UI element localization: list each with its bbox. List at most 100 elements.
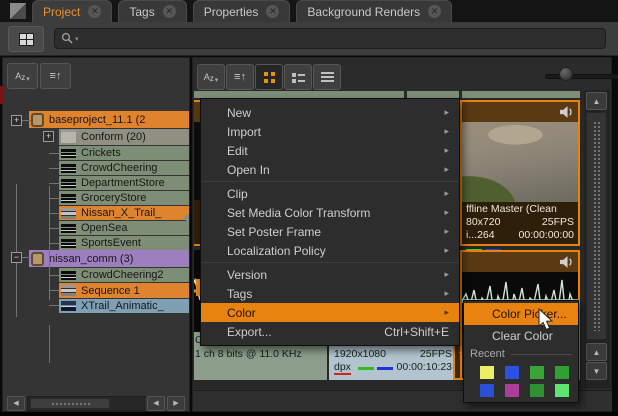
tree-expander-icon[interactable]: + <box>43 131 54 142</box>
hscrollbar-track[interactable] <box>27 396 145 411</box>
color-swatch[interactable] <box>480 384 494 397</box>
project-bin-panel: Az▾ ≡↑ + + − baseproject_11.1 (2 <box>2 57 190 412</box>
color-swatch[interactable] <box>555 384 569 397</box>
menu-item-export[interactable]: Export...Ctrl+Shift+E <box>201 322 459 341</box>
vscrollbar-thumb[interactable] <box>586 112 607 340</box>
tree-item-grocerystore[interactable]: GroceryStore <box>59 191 189 205</box>
sequence-icon <box>61 285 76 296</box>
submenu-arrow-icon: ▸ <box>444 288 449 299</box>
application-window: Project ✕ Tags ✕ Properties ✕ Background… <box>0 0 618 416</box>
speaker-icon <box>560 106 574 118</box>
menu-item-color-picker[interactable]: Color Picker... <box>464 303 578 325</box>
tree-guide-line <box>49 153 59 154</box>
tree-item-sportsevent[interactable]: SportsEvent <box>59 236 189 250</box>
sort-alpha-button[interactable]: Az▾ <box>197 64 225 90</box>
tree-item-opensea[interactable]: OpenSea <box>59 221 189 235</box>
search-input[interactable] <box>79 33 559 45</box>
sequence-icon <box>61 208 76 219</box>
tree-item-nissan-x-trail[interactable]: Nissan_X_Trail_ <box>59 206 189 220</box>
tree-guide-line <box>22 257 31 258</box>
close-icon[interactable]: ✕ <box>428 5 441 18</box>
tree-item-crowdcheering[interactable]: CrowdCheering <box>59 161 189 175</box>
audio-clip-icon <box>61 224 76 233</box>
menu-item-edit[interactable]: Edit▸ <box>201 141 459 160</box>
menu-item-version[interactable]: Version▸ <box>201 265 459 284</box>
tree-item-nissan-comm[interactable]: nissan_comm (3) <box>29 250 189 267</box>
scroll-down-button[interactable]: ▼ <box>586 362 607 380</box>
search-icon <box>61 32 74 45</box>
thumb-list-view-icon <box>292 72 305 83</box>
tree-expander-icon[interactable]: − <box>11 252 22 263</box>
tree-expander-icon[interactable]: + <box>11 115 22 126</box>
clip-resolution: 1920x1080 <box>334 348 386 362</box>
view-grid-button[interactable] <box>255 64 283 90</box>
color-tag-green <box>358 367 374 370</box>
submenu-arrow-icon: ▸ <box>444 164 449 175</box>
tab-properties[interactable]: Properties ✕ <box>193 0 291 22</box>
recent-colors-label: Recent <box>464 347 578 361</box>
sort-order-button[interactable]: ≡↑ <box>40 63 71 89</box>
tab-label: Tags <box>129 5 154 19</box>
color-swatch[interactable] <box>505 384 519 397</box>
menu-item-clear-color[interactable]: Clear Color <box>464 325 578 347</box>
splitter-collapse-arrow-icon[interactable] <box>183 213 189 223</box>
scroll-left-button[interactable]: ◀ <box>147 396 165 411</box>
sort-order-button[interactable]: ≡↑ <box>226 64 254 90</box>
tree-item-crowdcheering2[interactable]: CrowdCheering2 <box>59 268 189 282</box>
tab-tags[interactable]: Tags ✕ <box>118 0 186 22</box>
menu-item-tags[interactable]: Tags▸ <box>201 284 459 303</box>
tree-item-conform[interactable]: Conform (20) <box>59 129 189 145</box>
color-swatch[interactable] <box>555 366 569 379</box>
tree-item-xtrail-animatic[interactable]: XTrail_Animatic_ <box>59 299 189 313</box>
menu-item-new[interactable]: New▸ <box>201 103 459 122</box>
card-fragment <box>407 91 459 98</box>
scroll-up-button[interactable]: ▲ <box>586 343 607 361</box>
menu-item-open-in[interactable]: Open In▸ <box>201 160 459 179</box>
main-toolbar: ▾ <box>0 22 618 56</box>
submenu-arrow-icon: ▸ <box>444 307 449 318</box>
close-icon[interactable]: ✕ <box>163 5 176 18</box>
dropdown-caret-icon: ▾ <box>215 76 219 84</box>
thumbnail-size-slider-knob[interactable] <box>559 67 573 81</box>
submenu-arrow-icon: ▸ <box>444 188 449 199</box>
clip-fps: 25FPS <box>542 216 574 229</box>
clip-card-offline-master[interactable]: ffline Master (Clean 80x720 25FPS i...26… <box>460 100 580 246</box>
scroll-up-button[interactable]: ▲ <box>586 92 607 110</box>
menu-item-set-poster-frame[interactable]: Set Poster Frame▸ <box>201 222 459 241</box>
menu-item-clip[interactable]: Clip▸ <box>201 184 459 203</box>
scroll-right-button[interactable]: ▶ <box>167 396 185 411</box>
menu-item-localization-policy[interactable]: Localization Policy▸ <box>201 241 459 260</box>
sort-alpha-button[interactable]: Az▾ <box>7 63 38 89</box>
scroll-left-button[interactable]: ◀ <box>7 396 25 411</box>
color-swatch[interactable] <box>530 384 544 397</box>
sort-ascending-icon: ≡↑ <box>50 70 62 82</box>
tree-item-departmentstore[interactable]: DepartmentStore <box>59 176 189 190</box>
audio-clip-icon <box>61 179 76 188</box>
menu-item-color[interactable]: Color▸ <box>201 303 459 322</box>
menu-item-import[interactable]: Import▸ <box>201 122 459 141</box>
window-edge <box>0 412 618 416</box>
menu-item-set-media-color-transform[interactable]: Set Media Color Transform▸ <box>201 203 459 222</box>
clip-resolution: 80x720 <box>466 216 500 229</box>
tree-item-crickets[interactable]: Crickets <box>59 146 189 160</box>
view-list-button[interactable] <box>313 64 341 90</box>
thumbnail-size-slider-track[interactable] <box>545 74 618 79</box>
close-icon[interactable]: ✕ <box>266 5 279 18</box>
tab-project[interactable]: Project ✕ <box>32 0 112 22</box>
clip-title: ffline Master (Clean <box>466 203 574 216</box>
color-tag-blue <box>377 367 393 370</box>
search-field[interactable]: ▾ <box>54 28 606 49</box>
window-layout-button[interactable] <box>8 26 44 52</box>
color-swatch[interactable] <box>480 366 494 379</box>
vscrollbar[interactable]: ▲ ▲ ▼ <box>584 90 610 388</box>
color-swatch[interactable] <box>530 366 544 379</box>
tree-item-baseproject[interactable]: baseproject_11.1 (2 <box>29 111 189 128</box>
tab-background-renders[interactable]: Background Renders ✕ <box>296 0 452 22</box>
color-swatch[interactable] <box>505 366 519 379</box>
submenu-arrow-icon: ▸ <box>444 145 449 156</box>
view-thumb-list-button[interactable] <box>284 64 312 90</box>
tree-guide-line <box>49 168 59 169</box>
hscrollbar-thumb[interactable] <box>30 398 110 409</box>
tree-item-sequence-1[interactable]: Sequence 1 <box>59 283 189 298</box>
close-icon[interactable]: ✕ <box>88 5 101 18</box>
